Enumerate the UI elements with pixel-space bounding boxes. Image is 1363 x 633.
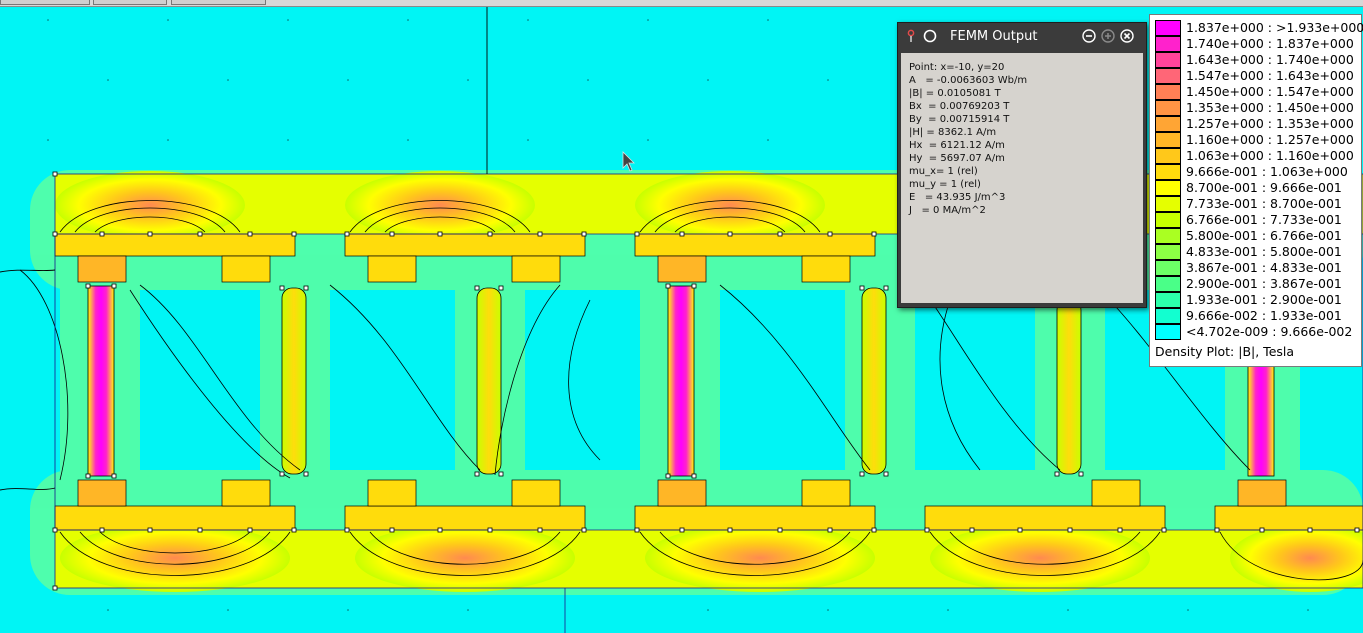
legend-label: 3.867e-001 : 4.833e-001 (1186, 260, 1342, 275)
femm-output-window[interactable]: FEMM Output Point: x=-10, y=20 A = -0.00… (897, 22, 1147, 308)
legend-label: 1.933e-001 : 2.900e-001 (1186, 292, 1342, 307)
legend-entry: 1.063e+000 : 1.160e+000 (1155, 148, 1360, 164)
legend-entry: 9.666e-002 : 1.933e-001 (1155, 308, 1360, 324)
legend-entry: 8.700e-001 : 9.666e-001 (1155, 180, 1360, 196)
legend-entry: 1.353e+000 : 1.450e+000 (1155, 100, 1360, 116)
output-lines: Point: x=-10, y=20 A = -0.0063603 Wb/m |… (901, 53, 1143, 217)
legend-label: 1.450e+000 : 1.547e+000 (1186, 84, 1354, 99)
legend-label: 7.733e-001 : 8.700e-001 (1186, 196, 1342, 211)
legend-swatch (1155, 324, 1181, 340)
output-line: E = 43.935 J/m^3 (909, 192, 1006, 203)
output-line: mu_x= 1 (rel) (909, 166, 978, 177)
output-line: mu_y = 1 (rel) (909, 179, 981, 190)
output-text-area[interactable]: Point: x=-10, y=20 A = -0.0063603 Wb/m |… (901, 53, 1143, 303)
output-line: Bx = 0.00769203 T (909, 101, 1010, 112)
legend-entry: 1.450e+000 : 1.547e+000 (1155, 84, 1360, 100)
legend-entry: 4.833e-001 : 5.800e-001 (1155, 244, 1360, 260)
legend-label: 1.160e+000 : 1.257e+000 (1186, 132, 1354, 147)
legend-entry: 9.666e-001 : 1.063e+000 (1155, 164, 1360, 180)
legend-entry: 1.740e+000 : 1.837e+000 (1155, 36, 1360, 52)
circle-icon[interactable] (923, 29, 937, 43)
legend-entry: 1.547e+000 : 1.643e+000 (1155, 68, 1360, 84)
legend-swatch (1155, 36, 1181, 52)
toolbar-button[interactable] (171, 0, 266, 5)
legend-swatch (1155, 212, 1181, 228)
close-icon[interactable] (1120, 29, 1134, 43)
minimize-icon[interactable] (1082, 29, 1096, 43)
maximize-icon[interactable] (1101, 29, 1115, 43)
legend-entry: 1.160e+000 : 1.257e+000 (1155, 132, 1360, 148)
legend-label: 1.837e+000 : >1.933e+000 (1186, 20, 1363, 35)
legend-label: 4.833e-001 : 5.800e-001 (1186, 244, 1342, 259)
mouse-cursor-icon (622, 151, 635, 172)
legend-entry: 1.933e-001 : 2.900e-001 (1155, 292, 1360, 308)
legend-label: 8.700e-001 : 9.666e-001 (1186, 180, 1342, 195)
legend-entry: 1.837e+000 : >1.933e+000 (1155, 20, 1363, 36)
pin-icon[interactable] (904, 29, 918, 43)
legend-swatch (1155, 132, 1181, 148)
legend-swatch (1155, 228, 1181, 244)
legend-label: 1.063e+000 : 1.160e+000 (1186, 148, 1354, 163)
legend-label: 9.666e-002 : 1.933e-001 (1186, 308, 1342, 323)
legend-entry: 1.643e+000 : 1.740e+000 (1155, 52, 1360, 68)
legend-swatch (1155, 84, 1181, 100)
legend-entry: 5.800e-001 : 6.766e-001 (1155, 228, 1360, 244)
output-line: |B| = 0.0105081 T (909, 88, 1001, 99)
legend-label: 1.547e+000 : 1.643e+000 (1186, 68, 1354, 83)
legend-entry: <4.702e-009 : 9.666e-002 (1155, 324, 1360, 340)
legend-label: 1.643e+000 : 1.740e+000 (1186, 52, 1354, 67)
legend-swatch (1155, 196, 1181, 212)
output-line: A = -0.0063603 Wb/m (909, 75, 1028, 86)
toolbar-button[interactable] (0, 0, 90, 5)
legend-swatch (1155, 116, 1181, 132)
toolbar-button[interactable] (93, 0, 167, 5)
legend-swatch (1155, 52, 1181, 68)
output-line: Hx = 6121.12 A/m (909, 140, 1005, 151)
toolbar-strip (0, 0, 1363, 7)
legend-label: 5.800e-001 : 6.766e-001 (1186, 228, 1342, 243)
legend-swatch (1155, 276, 1181, 292)
legend-label: 9.666e-001 : 1.063e+000 (1186, 164, 1348, 179)
legend-label: <4.702e-009 : 9.666e-002 (1186, 324, 1353, 339)
legend-swatch (1155, 308, 1181, 324)
legend-swatch (1155, 260, 1181, 276)
legend-swatch (1155, 292, 1181, 308)
output-line: By = 0.00715914 T (909, 114, 1010, 125)
legend-swatch (1155, 244, 1181, 260)
density-legend: 1.837e+000 : >1.933e+000 1.740e+000 : 1.8… (1149, 14, 1363, 367)
legend-entry: 7.733e-001 : 8.700e-001 (1155, 196, 1360, 212)
output-line: J = 0 MA/m^2 (909, 205, 986, 216)
legend-swatch (1155, 148, 1181, 164)
window-titlebar[interactable]: FEMM Output (898, 23, 1146, 51)
legend-entry: 2.900e-001 : 3.867e-001 (1155, 276, 1360, 292)
legend-label: 1.353e+000 : 1.450e+000 (1186, 100, 1354, 115)
legend-swatch (1155, 164, 1181, 180)
window-title: FEMM Output (950, 29, 1038, 44)
legend-label: 1.257e+000 : 1.353e+000 (1186, 116, 1354, 131)
output-line: Point: x=-10, y=20 (909, 62, 1005, 73)
legend-swatch (1155, 68, 1181, 84)
legend-label: 6.766e-001 : 7.733e-001 (1186, 212, 1342, 227)
legend-entry: 1.257e+000 : 1.353e+000 (1155, 116, 1360, 132)
output-line: |H| = 8362.1 A/m (909, 127, 997, 138)
legend-entry: 3.867e-001 : 4.833e-001 (1155, 260, 1360, 276)
legend-label: 1.740e+000 : 1.837e+000 (1186, 36, 1354, 51)
legend-swatch (1155, 180, 1181, 196)
legend-label: 2.900e-001 : 3.867e-001 (1186, 276, 1342, 291)
legend-swatch (1155, 100, 1181, 116)
legend-swatch (1155, 20, 1181, 36)
output-line: Hy = 5697.07 A/m (909, 153, 1005, 164)
legend-entry: 6.766e-001 : 7.733e-001 (1155, 212, 1360, 228)
legend-caption: Density Plot: |B|, Tesla (1155, 344, 1295, 359)
